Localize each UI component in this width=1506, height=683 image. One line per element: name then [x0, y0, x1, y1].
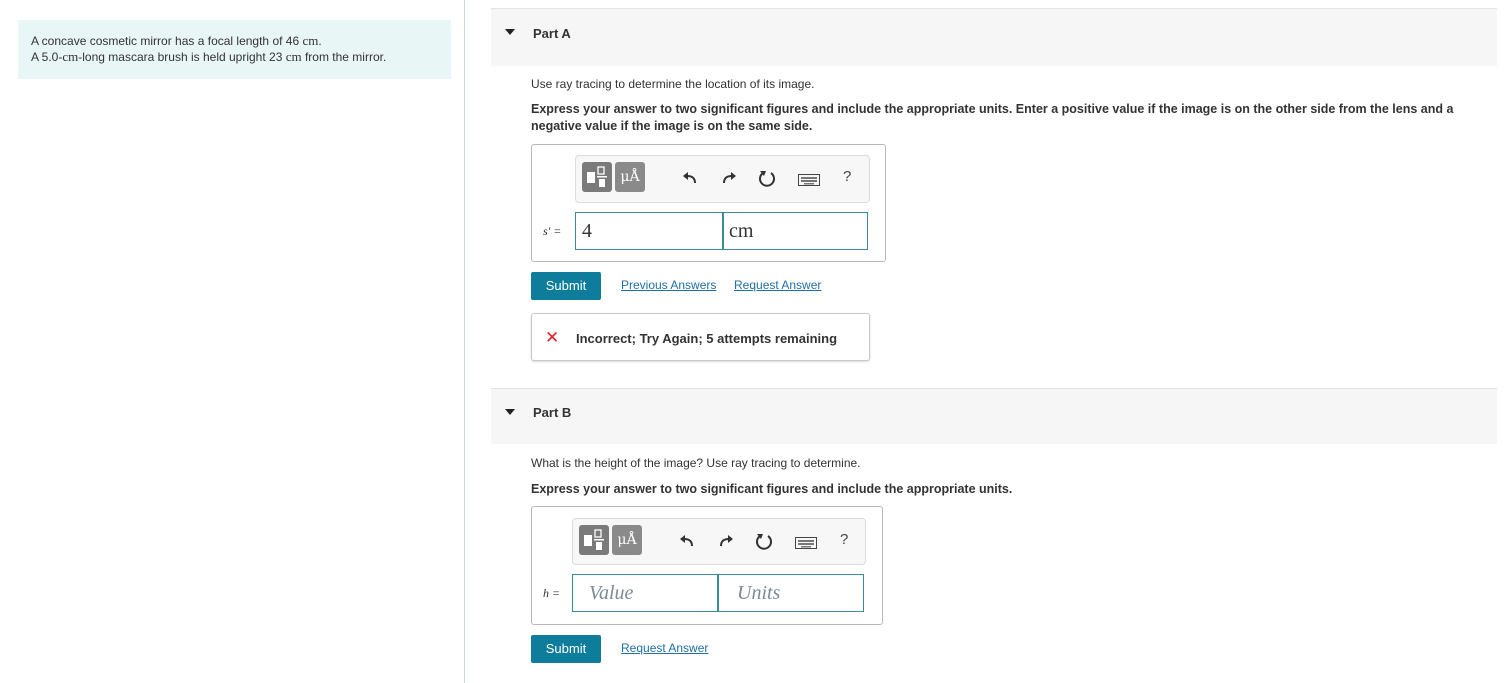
templates-icon	[587, 166, 607, 187]
unit-text: cm	[62, 49, 79, 64]
redo-icon[interactable]	[721, 170, 737, 186]
units-input[interactable]: cm	[723, 212, 868, 250]
collapse-triangle-icon[interactable]	[505, 409, 515, 415]
unit-text: cm	[302, 33, 319, 48]
help-button[interactable]: ?	[840, 531, 848, 548]
reset-icon[interactable]	[758, 169, 776, 187]
previous-answers-link[interactable]: Previous Answers	[621, 278, 716, 292]
part-a-answer-box: μÅ ? s′ = 4 cm	[531, 144, 886, 262]
column-divider	[464, 0, 465, 683]
problem-text: A 5.0-	[31, 50, 63, 64]
undo-icon[interactable]	[679, 533, 695, 549]
problem-line-2: A 5.0-cm-long mascara brush is held upri…	[31, 49, 451, 65]
feedback-box: ✕ Incorrect; Try Again; 5 attempts remai…	[531, 313, 870, 361]
problem-text: .	[318, 34, 322, 48]
part-b-header[interactable]: Part B	[491, 388, 1497, 444]
close-x-icon: ✕	[545, 328, 560, 347]
part-b-question: What is the height of the image? Use ray…	[531, 456, 861, 470]
submit-button[interactable]: Submit	[531, 272, 601, 300]
value-input[interactable]: 4	[575, 212, 723, 250]
reset-icon[interactable]	[755, 532, 773, 550]
problem-line-1: A concave cosmetic mirror has a focal le…	[31, 33, 451, 49]
help-button[interactable]: ?	[843, 168, 851, 185]
keyboard-icon[interactable]	[798, 174, 820, 186]
units-input[interactable]: Units	[718, 574, 864, 612]
part-b-answer-box: μÅ ? h = Value Units	[531, 506, 883, 625]
unit-text: cm	[285, 49, 302, 64]
part-a-header[interactable]: Part A	[491, 8, 1497, 66]
part-a-instructions: Express your answer to two significant f…	[531, 102, 1454, 133]
redo-icon[interactable]	[718, 533, 734, 549]
part-a-question: Use ray tracing to determine the locatio…	[531, 77, 815, 91]
symbols-button[interactable]: μÅ	[612, 525, 642, 555]
math-toolbar: μÅ ?	[572, 518, 866, 565]
undo-icon[interactable]	[682, 170, 698, 186]
math-toolbar: μÅ ?	[575, 155, 870, 203]
request-answer-link[interactable]: Request Answer	[734, 278, 821, 292]
value-input[interactable]: Value	[572, 574, 718, 612]
keyboard-icon[interactable]	[795, 537, 817, 549]
templates-button[interactable]	[579, 525, 609, 555]
problem-text: A concave cosmetic mirror has a focal le…	[31, 34, 300, 48]
part-a-title: Part A	[533, 26, 571, 41]
symbols-button[interactable]: μÅ	[615, 162, 645, 192]
feedback-message: Incorrect; Try Again; 5 attempts remaini…	[576, 331, 838, 346]
part-b-title: Part B	[533, 405, 572, 420]
problem-text: from the mirror.	[304, 50, 387, 64]
collapse-triangle-icon[interactable]	[505, 29, 515, 35]
templates-icon	[584, 529, 604, 550]
part-b-instructions: Express your answer to two significant f…	[531, 482, 1013, 496]
variable-label: h =	[543, 586, 561, 600]
submit-button[interactable]: Submit	[531, 635, 601, 663]
request-answer-link[interactable]: Request Answer	[621, 641, 708, 655]
templates-button[interactable]	[582, 162, 612, 192]
variable-label: s′ =	[543, 224, 562, 238]
problem-text: -long mascara brush is held upright 23	[78, 50, 283, 64]
problem-statement: A concave cosmetic mirror has a focal le…	[18, 20, 451, 79]
